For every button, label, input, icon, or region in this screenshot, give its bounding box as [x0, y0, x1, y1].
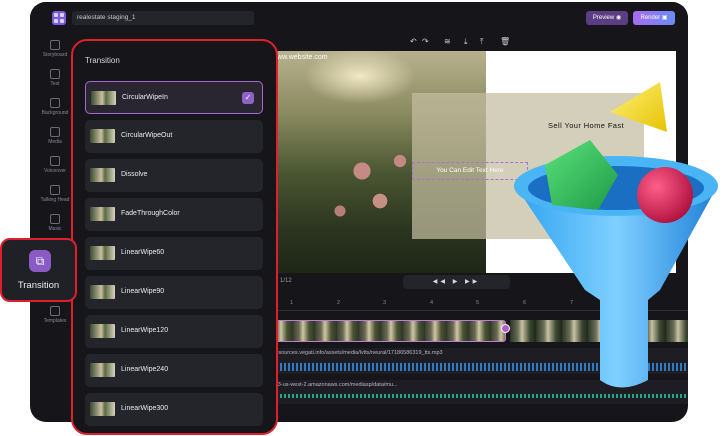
music-track[interactable]: //s3-us-west-2.amazonaws.com/mediasp/dat… [270, 380, 688, 404]
list-item[interactable]: LinearWipe90 [85, 276, 263, 309]
templates-icon [50, 306, 60, 316]
undo-icon[interactable]: ↶ [410, 37, 417, 46]
tick-label: 2 [337, 300, 341, 306]
video-track[interactable] [270, 320, 688, 342]
storyboard-icon [50, 40, 60, 50]
tick-label: 8 [616, 300, 620, 306]
text-icon [50, 69, 60, 79]
upload-icon[interactable]: ⤒ [480, 37, 484, 47]
redo-icon[interactable]: ↷ [422, 37, 429, 46]
item-label: CircularWipeIn [122, 94, 168, 101]
item-label: Dissolve [121, 171, 148, 178]
item-label: LinearWipe300 [121, 405, 169, 412]
top-bar: realestate staging_1 Preview ◉ Render ▣ [30, 2, 688, 34]
item-label: LinearWipe60 [121, 249, 165, 256]
thumbnail [91, 91, 116, 105]
delete-icon[interactable]: 🗑 [500, 37, 510, 46]
layers-icon[interactable]: ≋ [444, 37, 451, 46]
item-label: FadeThroughColor [121, 210, 180, 217]
render-label: Render [640, 15, 661, 21]
thumbnail [90, 363, 115, 377]
preview-label: Preview [592, 15, 615, 21]
list-item[interactable]: LinearWipe240 [85, 354, 263, 387]
talking-head-icon [50, 185, 60, 195]
playback-controls[interactable]: ◀◀ ▶ ▶▶ [403, 275, 510, 289]
audio-waveform [272, 394, 686, 398]
canvas-toolbar: ↶ ↷ ≋ ⤓ ⤒ 🗑 [270, 34, 688, 50]
list-item[interactable]: LinearWipe120 [85, 315, 263, 348]
transition-tab-label: Transition [17, 280, 60, 291]
item-label: CircularWipeOut [121, 132, 173, 139]
media-icon [50, 127, 60, 137]
list-item[interactable]: CircularWipeOut [85, 120, 263, 153]
thumbnail [90, 402, 115, 416]
item-label: LinearWipe240 [121, 366, 169, 373]
thumbnail [90, 129, 115, 143]
voiceover-track[interactable]: /resources.vegati.info/assets/media/lvtt… [270, 348, 688, 374]
transition-panel: Transition CircularWipeIn ✓ CircularWipeO… [71, 39, 278, 435]
list-item[interactable]: CircularWipeIn ✓ [85, 81, 263, 114]
list-item[interactable]: LinearWipe300 [85, 393, 263, 426]
download-icon[interactable]: ⤓ [464, 37, 468, 47]
list-item[interactable]: Dissolve [85, 159, 263, 192]
transition-tab[interactable]: ⧉ Transition [0, 238, 77, 302]
panel-title: Transition [85, 56, 120, 65]
page-counter: 1/12 [280, 278, 292, 284]
editable-text-box[interactable]: You Can Edit Text Here [412, 162, 528, 180]
clip-close-icon[interactable] [501, 324, 510, 333]
timeline-ruler[interactable]: 1 2 3 4 5 6 7 8 [270, 297, 688, 311]
thumbnail [90, 246, 115, 260]
app-logo [52, 11, 66, 25]
preview-button[interactable]: Preview ◉ [586, 11, 628, 25]
tick-label: 6 [523, 300, 527, 306]
list-item[interactable]: LinearWipe60 [85, 237, 263, 270]
tick-label: 4 [430, 300, 434, 306]
voiceover-icon [50, 156, 60, 166]
background-icon [50, 98, 60, 108]
tick-label: 1 [290, 300, 294, 306]
website-text[interactable]: www.website.com [272, 54, 328, 61]
video-canvas[interactable]: www.website.com Sell Your Home Fast You … [270, 51, 676, 273]
project-name-field[interactable]: realestate staging_1 [72, 11, 254, 25]
thumbnail [90, 285, 115, 299]
thumbnail [90, 207, 115, 221]
render-button[interactable]: Render ▣ [633, 11, 675, 25]
render-icon: ▣ [661, 15, 668, 21]
check-icon[interactable]: ✓ [242, 92, 254, 104]
tick-label: 7 [570, 300, 574, 306]
thumbnail [90, 324, 115, 338]
headline-text[interactable]: Sell Your Home Fast [548, 121, 624, 130]
music-icon [50, 214, 60, 224]
item-label: LinearWipe90 [121, 288, 165, 295]
tick-label: 3 [383, 300, 387, 306]
thumbnail [90, 168, 115, 182]
audio-path-label: //s3-us-west-2.amazonaws.com/mediasp/dat… [272, 382, 398, 388]
list-item[interactable]: FadeThroughColor [85, 198, 263, 231]
item-label: LinearWipe120 [121, 327, 169, 334]
eye-icon: ◉ [615, 15, 622, 21]
audio-path-label: /resources.vegati.info/assets/media/lvtt… [272, 350, 443, 356]
video-clip[interactable] [510, 320, 688, 342]
tick-label: 5 [476, 300, 480, 306]
transition-icon: ⧉ [29, 250, 51, 272]
selected-video-clip[interactable] [270, 320, 506, 342]
audio-waveform [272, 363, 686, 371]
